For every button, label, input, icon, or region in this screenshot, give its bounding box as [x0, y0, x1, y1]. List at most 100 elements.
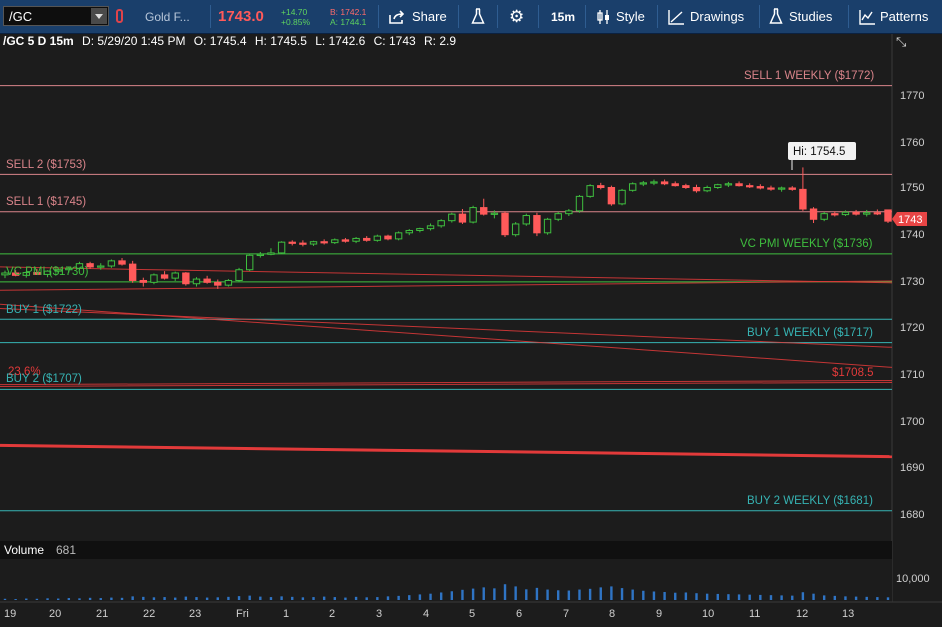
down-candle: [788, 187, 796, 190]
down-candle: [501, 212, 509, 236]
down-candle: [767, 187, 775, 190]
up-candle: [628, 183, 637, 191]
time-tick: 21: [96, 608, 108, 620]
time-tick: 20: [49, 608, 61, 620]
volume-bar: [78, 598, 81, 600]
volume-bar: [620, 588, 624, 600]
vc-pmi-weekly-label: VC PMI WEEKLY ($1736): [740, 238, 873, 250]
time-tick: 7: [563, 608, 569, 620]
down-candle: [320, 241, 328, 244]
time-tick: 10: [702, 608, 714, 620]
down-candle: [660, 181, 669, 185]
time-tick: 2: [329, 608, 335, 620]
up-candle: [235, 269, 243, 281]
volume-bar: [588, 588, 592, 600]
down-candle: [746, 185, 754, 188]
volume-bar: [333, 597, 336, 600]
volume-bar: [748, 594, 751, 600]
volume-bar: [876, 597, 879, 600]
volume-bar: [131, 596, 134, 600]
buy1-label: BUY 1 ($1722): [6, 304, 82, 316]
down-candle: [341, 239, 350, 242]
price-axis: 1770 1760 1750 1740 1730 1720 1710 1700 …: [900, 90, 924, 521]
volume-bar: [259, 596, 262, 600]
down-candle: [692, 187, 701, 192]
volume-bar: [854, 596, 858, 600]
volume-bar: [674, 592, 677, 600]
up-candle: [777, 187, 786, 190]
up-candle: [150, 274, 158, 283]
up-candle: [416, 228, 424, 231]
volume-bar: [174, 597, 177, 600]
volume-bar: [759, 594, 762, 600]
up-candle: [352, 237, 360, 242]
down-candle: [756, 186, 765, 189]
price-tick: 1700: [900, 416, 924, 428]
up-candle: [224, 279, 233, 286]
up-candle: [841, 211, 850, 216]
volume-bar: [152, 597, 156, 600]
up-candle: [703, 187, 711, 192]
volume-bar: [280, 596, 283, 600]
volume-bar: [408, 595, 411, 600]
up-candle: [511, 223, 520, 236]
up-candle: [724, 183, 733, 186]
high-callout-text: Hi: 1754.5: [793, 146, 845, 158]
volume-title: Volume: [4, 543, 45, 557]
time-tick: 11: [749, 608, 760, 620]
volume-bar: [163, 597, 166, 600]
time-tick: 1: [283, 608, 289, 620]
time-tick: 12: [796, 608, 808, 620]
volume-bar: [35, 598, 39, 600]
price-tick: 1760: [900, 137, 924, 149]
volume-bar: [312, 597, 315, 600]
vc-pmi-label: VC PMI ($1730): [6, 266, 89, 278]
volume-bar: [195, 597, 198, 600]
volume-bar: [642, 590, 645, 600]
volume-bar: [301, 597, 305, 600]
up-candle: [469, 207, 477, 223]
volume-bar: [120, 597, 124, 600]
up-candle: [714, 184, 722, 189]
down-candle: [139, 279, 147, 283]
volume-bar: [705, 593, 709, 600]
volume-bar: [322, 596, 326, 600]
down-candle: [458, 213, 467, 223]
up-candle: [331, 239, 339, 244]
price-tick: 1770: [900, 90, 924, 102]
sell1-weekly-label: SELL 1 WEEKLY ($1772): [744, 70, 874, 82]
up-candle: [192, 278, 201, 285]
volume-bar: [801, 592, 805, 600]
volume-bar: [780, 595, 783, 600]
volume-bar: [791, 595, 794, 600]
down-candle: [363, 237, 371, 241]
volume-bar: [142, 596, 145, 600]
up-candle: [309, 241, 318, 245]
sell1-label: SELL 1 ($1745): [6, 196, 86, 208]
price-tick: 1730: [900, 276, 924, 288]
up-candle: [650, 181, 658, 184]
volume-bar: [482, 587, 485, 600]
time-tick: 13: [842, 608, 854, 620]
price-chart[interactable]: 1770 1760 1750 1740 1730 1720 1710 1700 …: [0, 0, 942, 627]
volume-bar: [716, 593, 719, 600]
price-tick: 1740: [900, 229, 924, 241]
time-tick: 6: [516, 608, 522, 620]
volume-bar: [3, 598, 7, 600]
volume-bar: [354, 596, 358, 600]
down-candle: [884, 209, 892, 222]
down-candle: [118, 260, 126, 265]
volume-bar: [546, 589, 549, 600]
up-candle: [820, 213, 828, 220]
volume-bar: [291, 596, 294, 600]
volume-bar: [269, 597, 273, 600]
volume-bar: [737, 594, 741, 600]
up-candle: [543, 218, 552, 234]
up-candle: [171, 272, 179, 279]
volume-bar: [514, 586, 517, 600]
volume-bar: [205, 597, 209, 600]
down-candle: [735, 183, 743, 187]
down-candle: [682, 185, 690, 189]
volume-bar: [695, 593, 698, 600]
current-price-text: 1743: [898, 214, 922, 226]
